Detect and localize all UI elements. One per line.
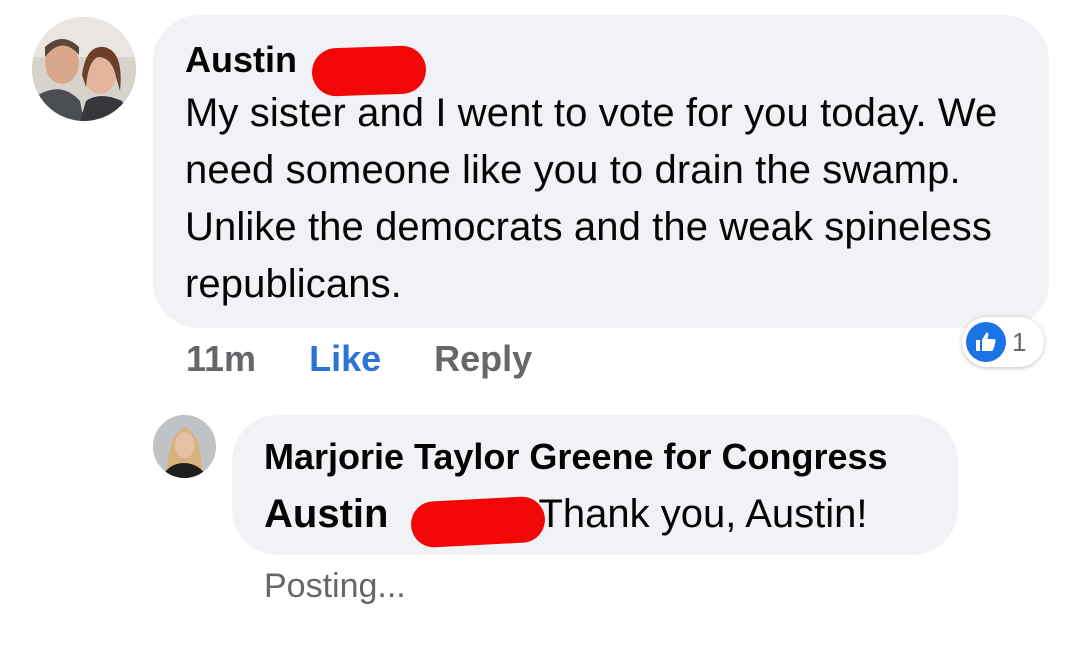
reply-author[interactable]: Marjorie Taylor Greene for Congress bbox=[264, 435, 926, 479]
comment-bubble: Austin My sister and I went to vote for … bbox=[153, 15, 1049, 328]
reaction-badge[interactable]: 1 bbox=[962, 317, 1044, 367]
tagged-user-name: Austin bbox=[264, 492, 389, 536]
reply-text: Thank you, Austin! bbox=[538, 492, 868, 536]
like-button[interactable]: Like bbox=[309, 336, 381, 382]
reply-text-line: Austin Thank you, Austin! bbox=[264, 491, 926, 549]
comment-author[interactable]: Austin bbox=[185, 37, 427, 97]
comment-actions: 11m Like Reply bbox=[186, 336, 532, 382]
redaction-mark bbox=[311, 45, 427, 97]
thumbs-up-icon bbox=[966, 322, 1006, 362]
posting-status: Posting... bbox=[264, 567, 406, 605]
comment-thread: Austin My sister and I went to vote for … bbox=[0, 0, 1080, 650]
reply-avatar-photo bbox=[153, 415, 216, 478]
commenter-avatar-photo bbox=[32, 17, 136, 121]
comment-author-name: Austin bbox=[185, 39, 297, 80]
reply-author-avatar[interactable] bbox=[153, 415, 216, 478]
comment-text: My sister and I went to vote for you tod… bbox=[185, 91, 998, 306]
comment-timestamp[interactable]: 11m bbox=[186, 336, 256, 382]
reply-button[interactable]: Reply bbox=[434, 336, 532, 382]
reply-bubble: Marjorie Taylor Greene for Congress Aust… bbox=[232, 415, 958, 555]
commenter-avatar[interactable] bbox=[32, 17, 136, 121]
tagged-user[interactable]: Austin bbox=[264, 491, 547, 549]
reaction-count: 1 bbox=[1012, 326, 1027, 357]
redaction-mark bbox=[409, 495, 547, 549]
